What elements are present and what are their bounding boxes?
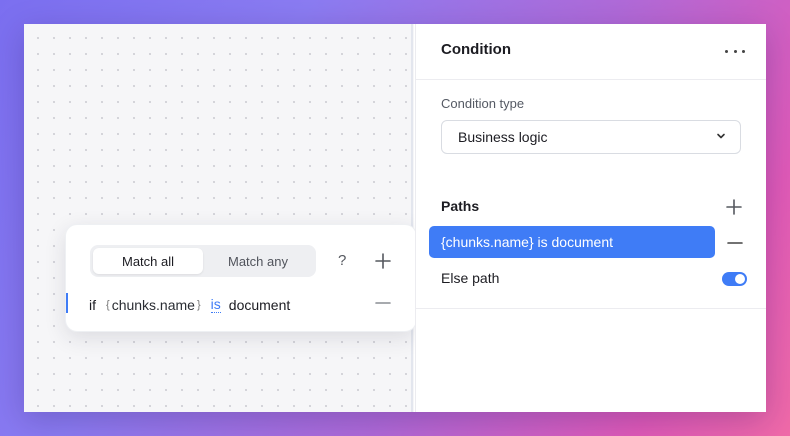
if-keyword: if xyxy=(89,296,96,313)
add-path-icon[interactable] xyxy=(725,198,743,216)
path-item[interactable]: {chunks.name} is document xyxy=(429,226,715,258)
toggle-knob xyxy=(735,274,745,284)
else-path-label: Else path xyxy=(441,270,500,286)
condition-row: if { chunks.name } is xyxy=(89,296,319,313)
help-icon[interactable]: ? xyxy=(338,252,346,269)
add-condition-icon[interactable] xyxy=(374,252,392,270)
close-brace-icon: } xyxy=(196,298,201,311)
panel-title: Condition xyxy=(441,41,511,58)
remove-path-icon[interactable] xyxy=(727,235,743,251)
variable-chip[interactable]: { chunks.name } xyxy=(104,297,203,313)
paths-heading: Paths xyxy=(441,198,480,214)
app-window: Match all Match any ? if { chunks.name }… xyxy=(24,24,766,412)
else-path-toggle[interactable] xyxy=(722,272,747,286)
match-all-button[interactable]: Match all xyxy=(93,248,203,274)
condition-type-select[interactable]: Business logic xyxy=(441,120,741,154)
condition-active-indicator xyxy=(66,293,68,313)
condition-panel: Condition Condition type Business logic … xyxy=(415,24,766,412)
condition-type-label: Condition type xyxy=(441,96,525,111)
path-item-label: {chunks.name} is document xyxy=(441,234,613,250)
variable-name: chunks.name xyxy=(111,296,195,313)
match-mode-toggle: Match all Match any xyxy=(90,245,316,277)
condition-value-input[interactable] xyxy=(228,296,319,313)
canvas-divider xyxy=(411,24,413,412)
operator-select[interactable]: is xyxy=(210,296,221,313)
chevron-down-icon xyxy=(717,133,725,139)
paths-section: Paths {chunks.name} is document Else pat… xyxy=(416,178,766,309)
more-options-icon[interactable] xyxy=(725,42,745,60)
remove-condition-icon[interactable] xyxy=(375,295,391,311)
condition-type-value: Business logic xyxy=(458,129,548,145)
open-brace-icon: { xyxy=(106,298,110,311)
condition-node-card[interactable]: Match all Match any ? if { chunks.name }… xyxy=(65,224,417,332)
match-any-button[interactable]: Match any xyxy=(203,248,313,274)
panel-header: Condition xyxy=(416,24,766,80)
workflow-canvas[interactable] xyxy=(24,24,414,412)
